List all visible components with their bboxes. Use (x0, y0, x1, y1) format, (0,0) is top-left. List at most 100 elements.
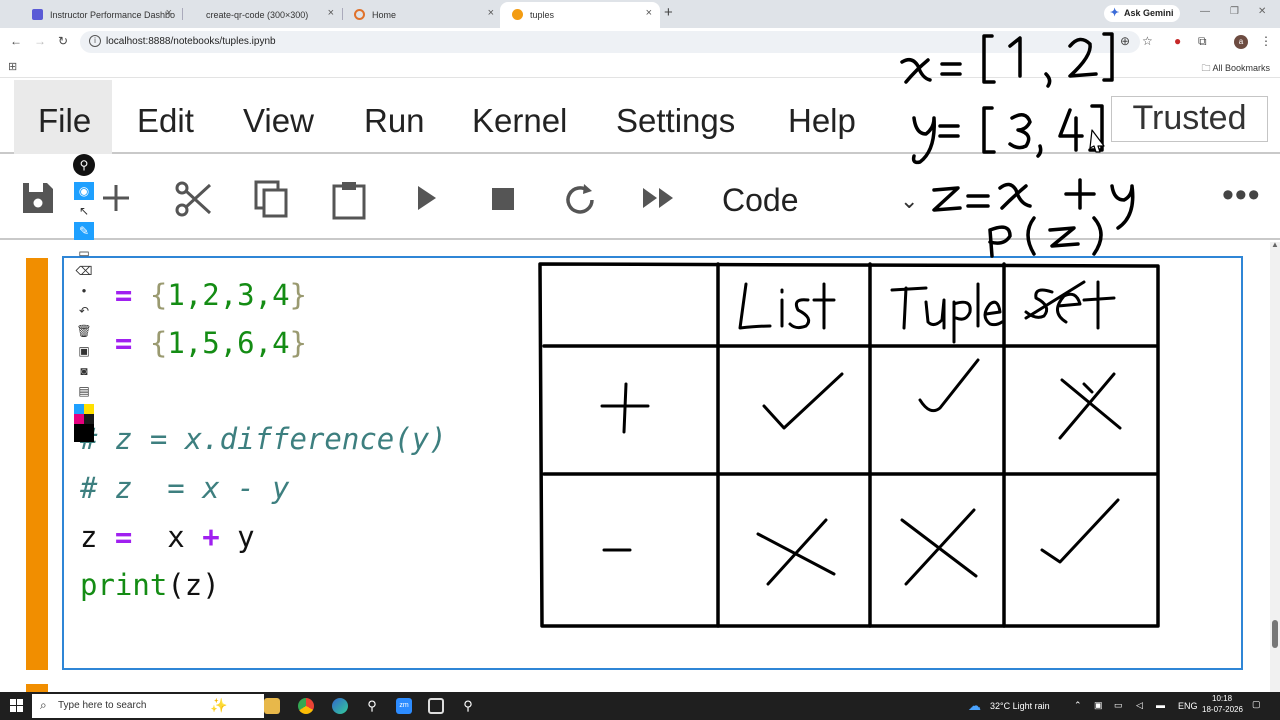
cursor-arrow-icon[interactable]: ↖ (74, 202, 94, 220)
reload-icon[interactable]: ↻ (58, 34, 68, 48)
close-window-icon[interactable]: ✕ (1258, 6, 1266, 17)
menu-kernel[interactable]: Kernel (472, 102, 567, 140)
run-icon[interactable] (414, 180, 440, 216)
address-bar[interactable]: i localhost:8888/notebooks/tuples.ipynb (80, 31, 1140, 53)
undo-icon[interactable]: ↶ (74, 302, 94, 320)
task-view-icon[interactable]: ⧉ (232, 698, 248, 714)
code-line-1[interactable]: = {1,2,3,4} (80, 278, 307, 312)
restart-icon[interactable] (562, 180, 598, 218)
menu-run[interactable]: Run (364, 102, 425, 140)
tab-instructor-dashboard[interactable]: Instructor Performance Dashbo × (20, 2, 180, 28)
color-blue-swatch[interactable] (74, 404, 84, 414)
eraser-icon[interactable]: ⌫ (74, 262, 94, 280)
code-line-5[interactable]: z = x + y (80, 520, 255, 554)
active-cell-marker[interactable] (26, 258, 48, 670)
annotate-app-icon[interactable]: ⚲ (460, 698, 476, 714)
eye-icon[interactable]: ◉ (74, 182, 94, 200)
battery-icon[interactable]: ▬ (1156, 700, 1165, 710)
forward-arrow-icon[interactable]: → (34, 34, 46, 48)
tab-home[interactable]: Home × (342, 2, 502, 28)
pen-icon[interactable]: ✎ (74, 222, 94, 240)
back-arrow-icon[interactable]: ← (10, 34, 22, 48)
language-indicator[interactable]: ENG (1178, 701, 1198, 711)
bookmark-star-icon[interactable]: ☆ (1142, 34, 1153, 48)
minimize-icon[interactable]: — (1200, 6, 1210, 17)
menu-edit[interactable]: Edit (137, 102, 194, 140)
tab-tuples[interactable]: tuples × (500, 2, 660, 28)
menu-settings[interactable]: Settings (616, 102, 735, 140)
chevron-down-icon[interactable]: ⌄ (900, 188, 918, 214)
tab-title: Instructor Performance Dashbo (50, 10, 176, 20)
pin-app-icon[interactable]: ⚲ (364, 698, 380, 714)
weather-icon[interactable]: ☁ (968, 698, 984, 714)
ask-gemini-button[interactable]: ✦ Ask Gemini (1104, 5, 1180, 22)
more-options-icon[interactable]: ••• (1222, 176, 1261, 215)
camera-icon[interactable]: ◙ (74, 362, 94, 380)
code-line-2[interactable]: = {1,5,6,4} (80, 326, 307, 360)
new-tab-button[interactable]: + (664, 4, 673, 21)
menu-help[interactable]: Help (788, 102, 856, 140)
weather-text[interactable]: 32°C Light rain (990, 701, 1050, 711)
site-info-icon[interactable]: i (89, 35, 101, 47)
tab-create-qr-code[interactable]: create-qr-code (300×300) × (182, 2, 342, 28)
color-yellow-swatch[interactable] (84, 404, 94, 414)
close-tab-icon[interactable]: × (488, 7, 494, 19)
edge-icon[interactable] (332, 698, 348, 714)
notebook-scrollbar[interactable] (1270, 242, 1280, 692)
screen-icon[interactable]: ▣ (74, 342, 94, 360)
clipboard-icon[interactable]: ▤ (74, 382, 94, 400)
scrollbar-thumb[interactable] (1272, 620, 1278, 648)
code-cell[interactable] (62, 256, 1243, 670)
scroll-up-arrow-icon[interactable]: ▲ (1271, 240, 1279, 249)
chrome-icon[interactable] (298, 698, 314, 714)
menu-view[interactable]: View (243, 102, 314, 140)
jupyter-menu-bar: File Edit View Run Kernel Settings Help (0, 80, 1280, 154)
browser-menu-icon[interactable]: ⋮ (1260, 34, 1272, 48)
close-tab-icon[interactable]: × (328, 7, 334, 19)
windows-start-icon[interactable] (10, 699, 23, 712)
taskbar-search-box[interactable]: ⌕ Type here to search ✨ (32, 694, 264, 718)
stop-icon[interactable] (490, 180, 516, 216)
code-line-6[interactable]: print(z) (80, 568, 220, 602)
run-all-icon[interactable] (640, 180, 678, 216)
copy-icon[interactable] (254, 180, 288, 218)
extension-red-icon[interactable]: ● (1174, 34, 1181, 48)
color-magenta-swatch[interactable] (74, 414, 84, 424)
cell-type-dropdown[interactable]: Code (722, 182, 799, 219)
url-text[interactable]: localhost:8888/notebooks/tuples.ipynb (106, 36, 276, 47)
color-black-swatch[interactable] (84, 414, 94, 424)
notification-icon[interactable]: ▢ (1252, 699, 1261, 710)
close-tab-icon[interactable]: × (646, 7, 652, 19)
clock-time[interactable]: 10:18 (1212, 694, 1232, 703)
file-explorer-icon[interactable] (264, 698, 280, 714)
dot-size-icon[interactable]: ● (74, 282, 94, 300)
tray-app-icon[interactable]: ▣ (1094, 700, 1103, 711)
zoom-app-icon[interactable]: zm (396, 698, 412, 714)
tray-chevron-up-icon[interactable]: ⌃ (1074, 700, 1082, 711)
current-color-swatch[interactable] (74, 424, 94, 442)
clock-date[interactable]: 18-07-2026 (1202, 705, 1243, 714)
code-line-3[interactable]: # z = x.difference(y) (80, 422, 447, 456)
paste-icon[interactable] (332, 180, 366, 220)
speaker-icon[interactable]: ◁ (1136, 700, 1143, 711)
save-icon[interactable] (20, 180, 56, 216)
zoom-icon[interactable]: ⊕ (1120, 34, 1130, 48)
rectangle-icon[interactable]: ▭ (74, 244, 94, 262)
trash-icon[interactable]: 🗑 (74, 322, 94, 340)
tab-title: tuples (530, 10, 555, 20)
add-cell-icon[interactable] (100, 180, 132, 216)
pin-icon[interactable]: ⚲ (73, 154, 95, 176)
all-bookmarks-link[interactable]: 🗀 All Bookmarks (1201, 61, 1270, 77)
restore-icon[interactable]: ❐ (1230, 6, 1239, 17)
code-line-4[interactable]: # z = x - y (80, 471, 290, 505)
cut-icon[interactable] (174, 180, 212, 218)
trusted-indicator[interactable]: Trusted (1111, 96, 1268, 142)
brace-close: } (289, 278, 308, 312)
profile-avatar[interactable]: a (1234, 35, 1248, 49)
menu-file[interactable]: File (38, 102, 91, 140)
close-tab-icon[interactable]: × (166, 7, 172, 19)
extensions-puzzle-icon[interactable]: ⧉ (1198, 34, 1207, 49)
network-icon[interactable]: ▭ (1114, 700, 1123, 711)
apps-grid-icon[interactable]: ⊞ (8, 60, 17, 73)
snipping-tool-icon[interactable] (428, 698, 444, 714)
